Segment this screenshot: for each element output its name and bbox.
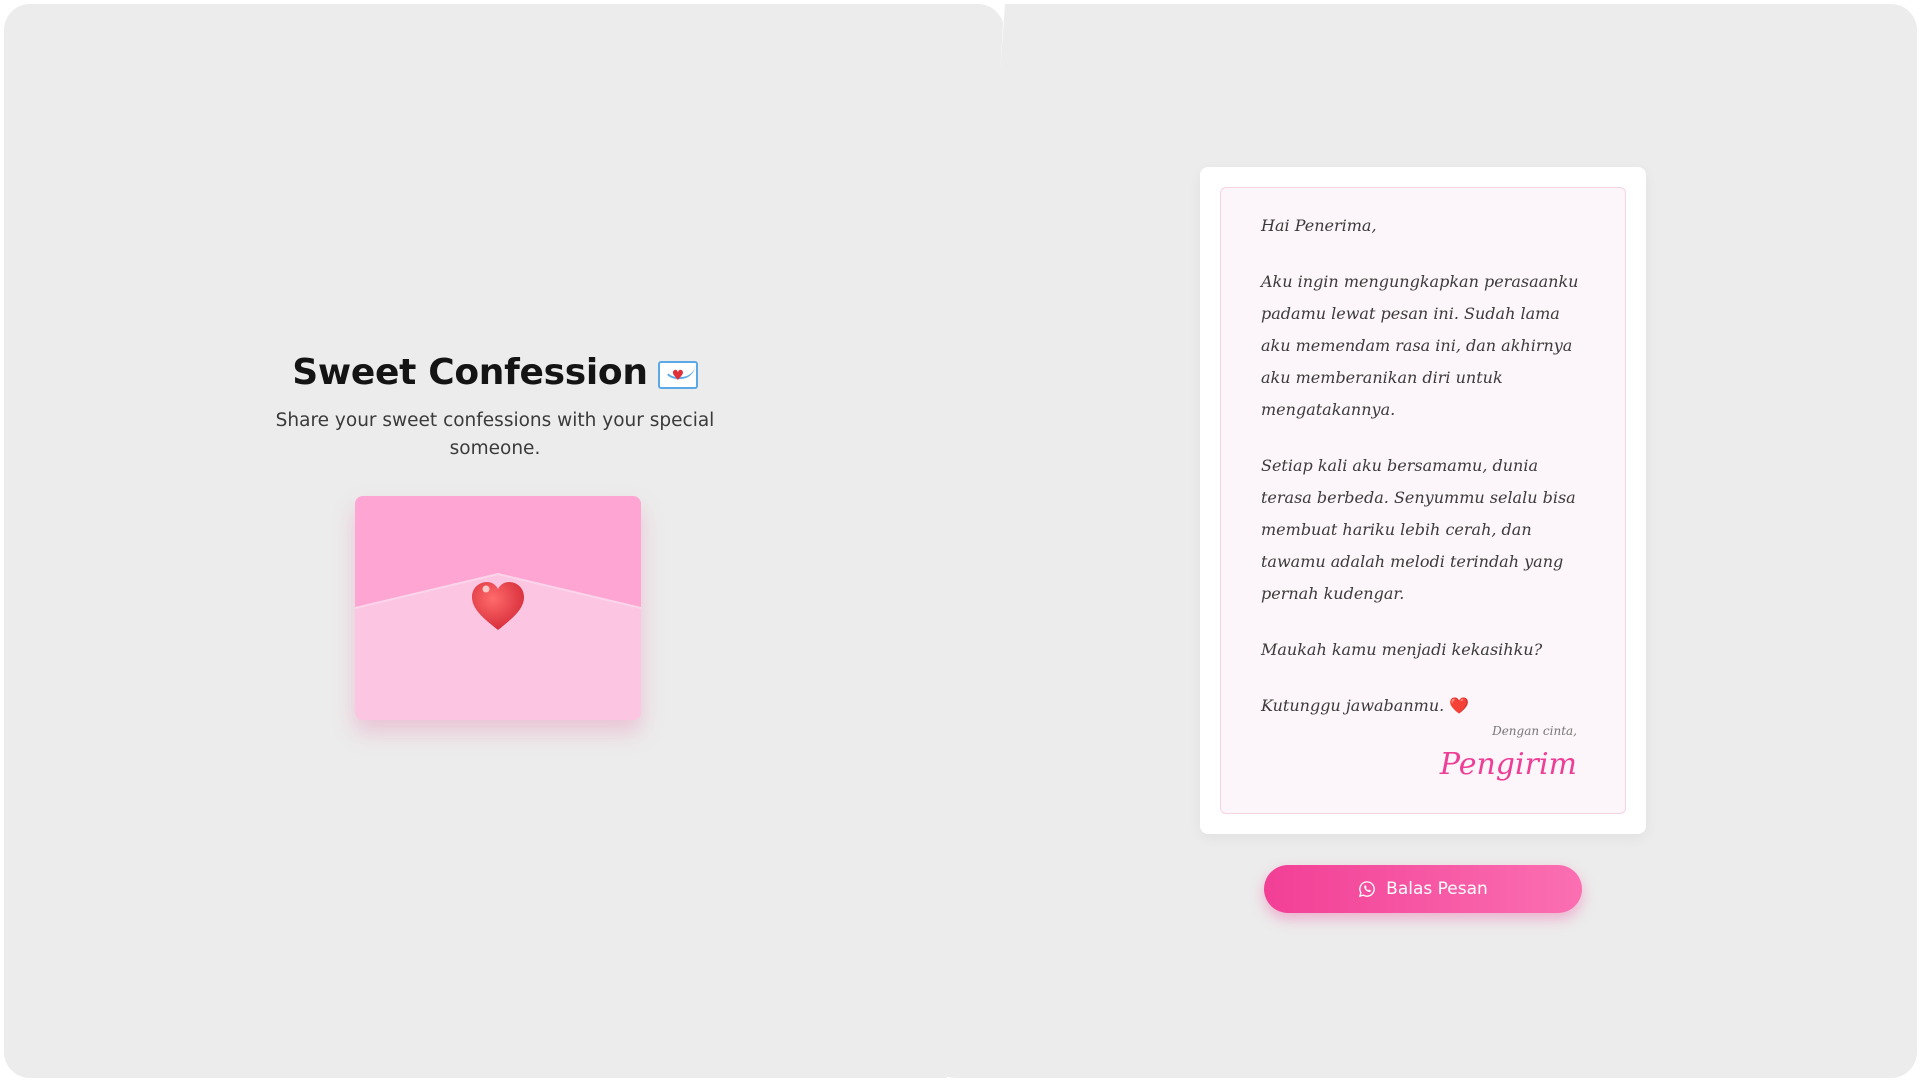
sender-name: Pengirim bbox=[1439, 747, 1577, 782]
page-title: Sweet Confession ♥ bbox=[240, 352, 750, 393]
letter-closing-text: Kutunggu jawabanmu. bbox=[1261, 696, 1445, 715]
letter-paragraph: Setiap kali aku bersamamu, dunia terasa … bbox=[1261, 456, 1576, 603]
letter-card: Hai Penerima, Aku ingin mengungkapkan pe… bbox=[1200, 167, 1646, 834]
envelope-graphic bbox=[355, 496, 641, 720]
letter-paragraph: Aku ingin mengungkapkan perasaanku padam… bbox=[1261, 272, 1579, 419]
letter-signoff: Dengan cinta, Pengirim bbox=[1440, 723, 1577, 785]
reply-button[interactable]: Balas Pesan bbox=[1264, 865, 1582, 913]
whatsapp-icon bbox=[1358, 880, 1376, 898]
heart-icon: ❤️ bbox=[1449, 696, 1470, 715]
letter-paragraph: Maukah kamu menjadi kekasihku? bbox=[1261, 640, 1543, 659]
envelope[interactable] bbox=[355, 496, 641, 720]
letter-closing: Kutunggu jawabanmu. ❤️ bbox=[1261, 690, 1585, 722]
love-letter-icon: ♥ bbox=[657, 360, 698, 389]
page-title-text: Sweet Confession bbox=[292, 352, 648, 393]
reply-button-label: Balas Pesan bbox=[1386, 879, 1488, 899]
letter-greeting: Hai Penerima, bbox=[1261, 216, 1377, 235]
letter-paper: Hai Penerima, Aku ingin mengungkapkan pe… bbox=[1220, 187, 1626, 814]
page-subtitle: Share your sweet confessions with your s… bbox=[275, 410, 715, 459]
intro-section: Sweet Confession ♥ Share your sweet conf… bbox=[240, 352, 750, 463]
signoff-label: Dengan cinta, bbox=[1492, 724, 1577, 738]
